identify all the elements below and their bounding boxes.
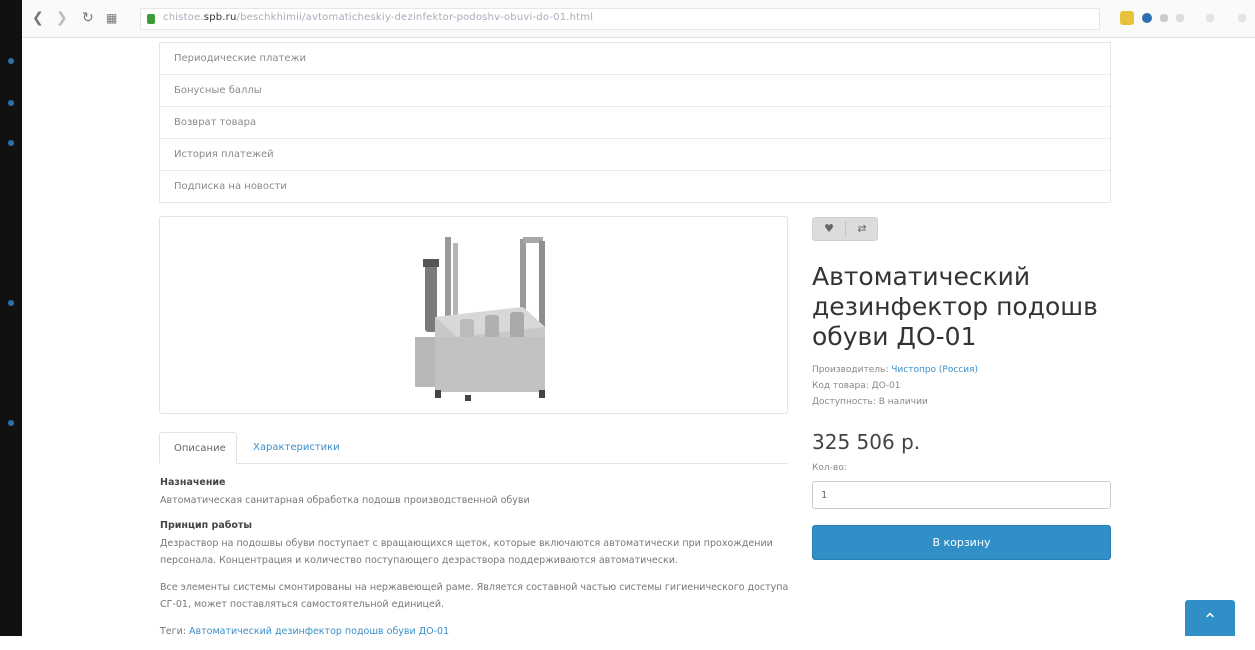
compare-icon: ⇄	[857, 222, 867, 235]
product-title: Автоматический дезинфектор подошв обуви …	[812, 262, 1098, 351]
elements-text: Все элементы системы смонтированы на нер…	[160, 582, 789, 610]
availability-value: В наличии	[878, 397, 928, 407]
extension-icon[interactable]	[1238, 14, 1246, 22]
os-left-strip	[0, 0, 22, 636]
product-tabs: Описание Характеристики	[159, 432, 788, 464]
product-price: 325 506 р.	[812, 430, 921, 454]
tags-line: Теги: Автоматический дезинфектор подошв …	[160, 623, 800, 640]
address-bar[interactable]: chistoe.spb.ru/beschkhimii/avtomatichesk…	[140, 8, 1100, 30]
purpose-text: Автоматическая санитарная обработка подо…	[160, 495, 530, 506]
menu-item[interactable]: Периодические платежи	[160, 43, 1110, 74]
heart-icon: ♥	[824, 222, 834, 235]
extension-icon[interactable]	[1176, 14, 1184, 22]
reload-icon[interactable]: ↻	[82, 10, 94, 26]
product-image	[415, 237, 545, 401]
code-value: ДО-01	[871, 381, 901, 391]
product-description: Назначение Автоматическая санитарная обр…	[160, 476, 800, 650]
extension-icon[interactable]	[1120, 11, 1134, 25]
product-meta: Производитель: Чистопро (Россия) Код тов…	[812, 362, 978, 410]
back-icon[interactable]: ❮	[32, 10, 44, 26]
add-to-cart-button[interactable]: В корзину	[812, 525, 1111, 560]
url-text[interactable]: chistoe.spb.ru/beschkhimii/avtomatichesk…	[163, 12, 593, 23]
product-image-frame[interactable]	[159, 216, 788, 414]
principle-text: Дезраствор на подошвы обуви поступает с …	[160, 538, 773, 566]
chevron-up-icon: ⌃	[1202, 610, 1218, 631]
lock-icon	[147, 14, 155, 24]
quantity-label: Кол-во:	[812, 463, 847, 473]
browser-toolbar: ❮ ❯ ↻ ▦ chistoe.spb.ru/beschkhimii/avtom…	[22, 0, 1255, 38]
tags-label: Теги:	[160, 626, 190, 637]
principle-heading: Принцип работы	[160, 520, 253, 531]
quantity-input[interactable]	[812, 481, 1111, 509]
wishlist-button[interactable]: ♥	[813, 218, 845, 240]
tab-description[interactable]: Описание	[159, 432, 237, 464]
account-menu: Периодические платежи Бонусные баллы Воз…	[159, 42, 1111, 203]
menu-item[interactable]: Бонусные баллы	[160, 74, 1110, 106]
code-label: Код товара:	[812, 381, 872, 391]
tag-link[interactable]: Автоматический дезинфектор подошв обуви …	[189, 626, 449, 637]
compare-button[interactable]: ⇄	[846, 218, 878, 240]
extension-icon[interactable]	[1160, 14, 1168, 22]
menu-item[interactable]: Подписка на новости	[160, 170, 1110, 202]
product-action-buttons: ♥ ⇄	[812, 217, 878, 241]
manufacturer-link[interactable]: Чистопро (Россия)	[891, 365, 978, 375]
menu-item[interactable]: Возврат товара	[160, 106, 1110, 138]
apps-grid-icon[interactable]: ▦	[106, 10, 117, 26]
forward-icon[interactable]: ❯	[56, 10, 68, 26]
extension-icon[interactable]	[1142, 13, 1152, 23]
purpose-heading: Назначение	[160, 477, 226, 488]
manufacturer-label: Производитель:	[812, 365, 892, 375]
scroll-top-button[interactable]: ⌃	[1185, 600, 1235, 636]
tab-specs[interactable]: Характеристики	[239, 432, 354, 463]
availability-label: Доступность:	[812, 397, 879, 407]
menu-item[interactable]: История платежей	[160, 138, 1110, 170]
extension-icon[interactable]	[1206, 14, 1214, 22]
